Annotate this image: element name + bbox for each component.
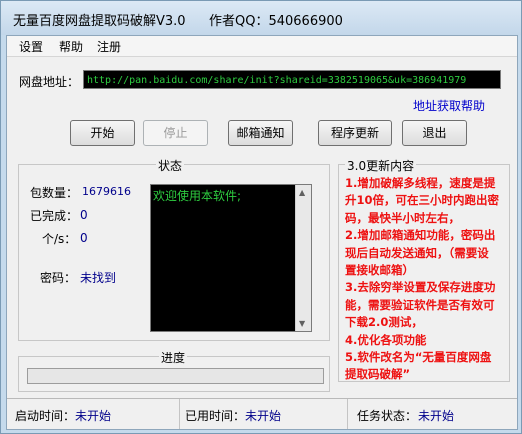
window-title: 无量百度网盘提取码破解V3.0	[13, 14, 186, 29]
update-note-line: 升10倍，可在三小时内跑出密	[345, 193, 500, 208]
update-button[interactable]: 程序更新	[318, 120, 392, 146]
title-bar[interactable]: 无量百度网盘提取码破解V3.0 作者QQ：540666900	[1, 1, 521, 35]
menu-settings[interactable]: 设置	[19, 38, 43, 55]
progress-title: 进度	[159, 349, 188, 366]
update-note-line: 5.软件改名为“无量百度网盘	[345, 350, 492, 365]
start-time-value: 未开始	[75, 409, 112, 423]
app-window: 无量百度网盘提取码破解V3.0 作者QQ：540666900 设置 帮助 注册 …	[0, 0, 522, 434]
password-value: 未找到	[80, 271, 117, 285]
status-group-title: 状态	[156, 157, 185, 174]
update-note-line: 下载2.0测试，	[345, 315, 423, 330]
log-text: 欢迎使用本软件;	[153, 189, 242, 203]
elapsed-time-label: 已用时间：	[185, 409, 246, 423]
update-note-line: 能，需要验证软件是否有效可	[345, 297, 495, 312]
rate-label: 个/s：	[42, 232, 77, 246]
update-note-line: 3.去除穷举设置及保存进度功	[345, 280, 496, 295]
progress-bar	[27, 368, 324, 384]
task-status-value: 未开始	[418, 409, 455, 423]
author-qq: 作者QQ：540666900	[209, 14, 343, 29]
update-note-line: 2.增加邮箱通知功能，密码出	[345, 228, 496, 243]
exit-button[interactable]: 退出	[402, 120, 467, 146]
rate-value: 0	[80, 231, 88, 245]
scroll-down-icon[interactable]: ▼	[299, 319, 305, 328]
menu-help[interactable]: 帮助	[59, 38, 83, 55]
menu-register[interactable]: 注册	[97, 38, 121, 55]
url-help-link[interactable]: 地址获取帮助	[413, 97, 485, 114]
packet-count-value: 1679616	[82, 185, 131, 198]
update-note-line: 1.增加破解多线程，速度是提	[345, 176, 496, 190]
status-bar: 启动时间： 未开始 已用时间： 未开始 任务状态： 未开始	[7, 398, 517, 429]
completed-label: 已完成：	[30, 209, 79, 223]
status-divider	[347, 399, 348, 429]
packet-count-label: 包数量：	[30, 186, 79, 200]
main-panel: 设置 帮助 注册 网盘地址： http://pan.baidu.com/shar…	[6, 35, 518, 430]
update-notes-title: 3.0更新内容	[345, 157, 417, 174]
update-notes: 1.增加破解多线程，速度是提 升10倍，可在三小时内跑出密 码，最快半小时左右，…	[345, 175, 505, 384]
completed-value: 0	[80, 208, 88, 222]
start-time-label: 启动时间：	[15, 409, 76, 423]
update-note-line: 置接收邮箱）	[345, 263, 414, 278]
update-note-line: 4.优化各项功能	[345, 332, 427, 347]
update-note-line: 码，最快半小时左右，	[345, 210, 460, 225]
start-button[interactable]: 开始	[70, 120, 135, 146]
scroll-up-icon[interactable]: ▲	[299, 188, 305, 197]
update-notes-group: 3.0更新内容 1.增加破解多线程，速度是提 升10倍，可在三小时内跑出密 码，…	[338, 157, 510, 384]
log-scrollbar[interactable]: ▲ ▼	[295, 185, 311, 331]
menu-bar: 设置 帮助 注册	[7, 36, 517, 57]
status-divider	[179, 399, 180, 429]
stop-button[interactable]: 停止	[143, 120, 208, 146]
update-note-line: 现后自动发送通知，（需要设	[345, 245, 489, 260]
log-console[interactable]: 欢迎使用本软件; ▲ ▼	[150, 184, 312, 332]
url-input[interactable]: http://pan.baidu.com/share/init?shareid=…	[83, 70, 501, 89]
email-notify-button[interactable]: 邮箱通知	[228, 120, 293, 146]
url-label: 网盘地址：	[19, 75, 80, 89]
update-note-line: 提取码破解”	[345, 367, 411, 382]
elapsed-time-value: 未开始	[245, 409, 282, 423]
task-status-label: 任务状态：	[357, 409, 418, 423]
password-label: 密码：	[40, 271, 77, 285]
